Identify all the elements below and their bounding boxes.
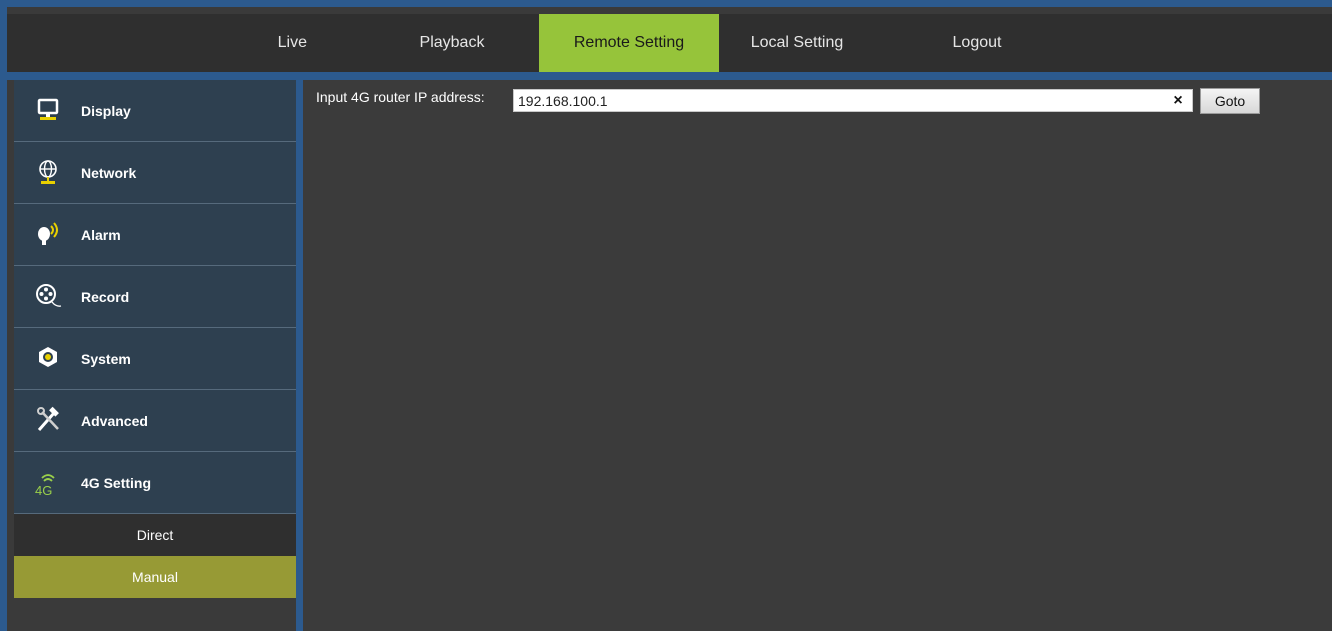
- sidebar-item-label: Display: [81, 103, 131, 119]
- ip-address-label: Input 4G router IP address:: [316, 89, 485, 105]
- top-navigation: Live Playback Remote Setting Local Setti…: [7, 14, 1332, 72]
- svg-text:4G: 4G: [35, 483, 52, 496]
- nav-playback[interactable]: Playback: [397, 14, 507, 72]
- nav-remote-setting[interactable]: Remote Setting: [539, 14, 719, 72]
- sidebar-item-record[interactable]: Record: [14, 266, 296, 328]
- sidebar-item-system[interactable]: System: [14, 328, 296, 390]
- nav-local-setting[interactable]: Local Setting: [727, 14, 867, 72]
- sidebar-item-alarm[interactable]: Alarm: [14, 204, 296, 266]
- monitor-icon: [34, 96, 62, 124]
- sidebar-item-label: Alarm: [81, 227, 121, 243]
- subitem-direct[interactable]: Direct: [14, 514, 296, 556]
- sidebar-item-label: 4G Setting: [81, 475, 152, 491]
- sidebar-item-advanced[interactable]: Advanced: [14, 390, 296, 452]
- globe-icon: [34, 158, 62, 186]
- main-content: Input 4G router IP address: × Goto: [303, 80, 1332, 631]
- tools-icon: [34, 406, 62, 434]
- sidebar-item-network[interactable]: Network: [14, 142, 296, 204]
- clear-icon[interactable]: ×: [1167, 89, 1189, 112]
- hex-nut-icon: [34, 344, 62, 372]
- header-divider: [7, 72, 1332, 80]
- sidebar-item-4g-setting[interactable]: 4G 4G Setting: [14, 452, 296, 514]
- alarm-bulb-icon: [34, 220, 62, 248]
- subitem-manual[interactable]: Manual: [14, 556, 296, 598]
- sidebar-item-label: Network: [81, 165, 137, 181]
- ip-address-input[interactable]: [513, 89, 1193, 112]
- 4g-signal-icon: 4G: [34, 468, 62, 498]
- sidebar-divider: [296, 80, 303, 631]
- goto-button[interactable]: Goto: [1200, 88, 1260, 114]
- sidebar-item-label: Advanced: [81, 413, 148, 429]
- film-reel-icon: [34, 282, 62, 310]
- sidebar-item-label: Record: [81, 289, 130, 305]
- sidebar: Display Network Alarm Record System Adva…: [14, 80, 296, 631]
- sidebar-item-label: System: [81, 351, 131, 367]
- sidebar-item-display[interactable]: Display: [14, 80, 296, 142]
- nav-live[interactable]: Live: [207, 14, 307, 72]
- nav-logout[interactable]: Logout: [937, 14, 1017, 72]
